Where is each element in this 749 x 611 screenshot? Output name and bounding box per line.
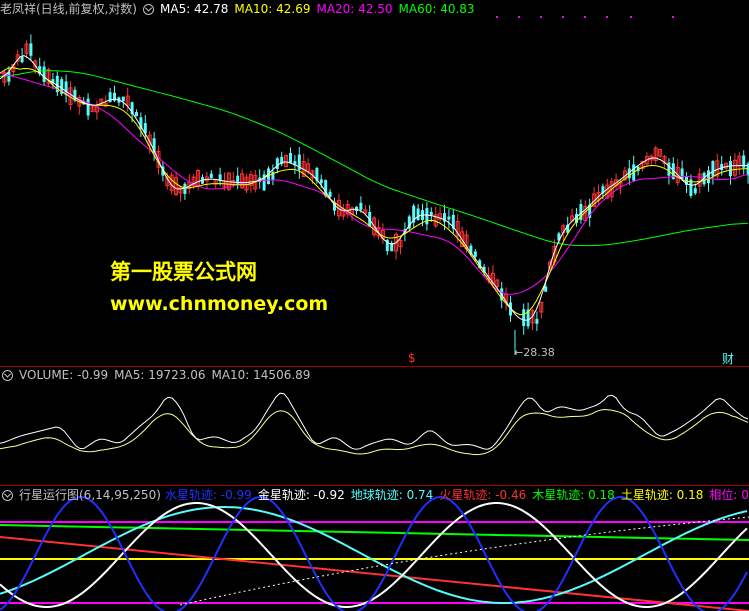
candle-body xyxy=(416,208,420,221)
venus-line xyxy=(0,502,748,608)
candle-body xyxy=(20,56,24,63)
candle-body xyxy=(425,208,429,225)
candle-body xyxy=(667,162,671,176)
signal-dot xyxy=(584,16,586,18)
earth-label: 地球轨迹: 0.74 xyxy=(350,488,434,502)
planet-header: 行星运行图(6,14,95,250) 水星轨迹: -0.99 金星轨迹: -0.… xyxy=(0,486,749,504)
event-mark-s[interactable]: $ xyxy=(408,351,416,365)
candle-body xyxy=(522,309,526,326)
finance-mark[interactable]: 财 xyxy=(722,350,734,366)
signal-dot xyxy=(496,16,498,18)
chevron-down-icon[interactable] xyxy=(2,489,13,501)
volume-header: VOLUME: -0.99 MA5: 19723.06 MA10: 14506.… xyxy=(0,366,316,384)
signal-dot xyxy=(562,16,564,18)
planet-panel[interactable]: 行星运行图(6,14,95,250) 水星轨迹: -0.99 金星轨迹: -0.… xyxy=(0,485,749,611)
jupiter-label: 木星轨迹: 0.18 xyxy=(532,488,615,502)
ma10-label: MA10: 42.69 xyxy=(234,2,311,16)
candle-body xyxy=(680,168,684,179)
candle-body xyxy=(29,43,33,56)
candle-body xyxy=(319,179,323,184)
signal-dot xyxy=(606,16,608,18)
volume-panel[interactable]: VOLUME: -0.99 MA5: 19723.06 MA10: 14506.… xyxy=(0,366,749,485)
kline-panel[interactable]: 老凤祥(日线,前复权,对数) MA5: 42.78 MA10: 42.69 MA… xyxy=(0,0,749,366)
candle-body xyxy=(42,66,46,82)
candle-body xyxy=(121,96,125,102)
signal-dot xyxy=(518,16,520,18)
mercury-line xyxy=(0,495,748,611)
candle-body xyxy=(729,161,732,177)
candle-body xyxy=(693,188,697,194)
mercury-label: 水星轨迹: -0.99 xyxy=(164,488,252,502)
candle-body xyxy=(359,202,363,210)
candle-body xyxy=(707,170,710,184)
candle-body xyxy=(544,286,548,292)
ma5-label: MA5: 42.78 xyxy=(160,2,229,16)
low-price-value: 28.38 xyxy=(523,346,555,359)
candle-body xyxy=(289,152,292,163)
candle-body xyxy=(447,216,451,220)
planet-label: 行星运行图(6,14,95,250) xyxy=(19,488,161,502)
chevron-down-icon[interactable] xyxy=(2,369,13,381)
watermark-url: www.chnmoney.com xyxy=(110,293,329,315)
volume-label: VOLUME: -0.99 xyxy=(19,368,109,382)
kline-header: 老凤祥(日线,前复权,对数) MA5: 42.78 MA10: 42.69 MA… xyxy=(0,0,481,18)
candle-body xyxy=(711,161,715,177)
volume-line xyxy=(0,392,749,450)
watermark-title: 第一股票公式网 xyxy=(110,260,257,284)
candle-body xyxy=(429,211,433,216)
candle-body xyxy=(473,251,477,257)
stock-title: 老凤祥(日线,前复权,对数) xyxy=(0,2,137,16)
venus-label: 金星轨迹: -0.92 xyxy=(257,488,345,502)
low-price-label: ←28.38 xyxy=(514,346,555,359)
mars-line xyxy=(0,536,749,611)
volume-ma-line xyxy=(0,408,749,456)
mars-label: 火星轨迹: -0.46 xyxy=(439,488,527,502)
phase-label: 相位: 0.00 xyxy=(709,488,749,502)
chevron-down-icon[interactable] xyxy=(143,3,154,15)
volume-ma10: MA10: 14506.89 xyxy=(211,368,311,382)
signal-dot xyxy=(672,16,674,18)
ma60-label: MA60: 40.83 xyxy=(398,2,475,16)
candle-body xyxy=(86,98,90,116)
candle-body xyxy=(209,173,213,179)
saturn-label: 土星轨迹: 0.18 xyxy=(620,488,704,502)
volume-ma5: MA5: 19723.06 xyxy=(114,368,206,382)
candle-body xyxy=(275,158,279,169)
signal-dot xyxy=(540,16,542,18)
candle-body xyxy=(183,183,187,194)
signal-dot xyxy=(630,16,632,18)
candle-body xyxy=(135,112,138,117)
ma20-label: MA20: 42.50 xyxy=(316,2,393,16)
candle-body xyxy=(535,318,539,324)
